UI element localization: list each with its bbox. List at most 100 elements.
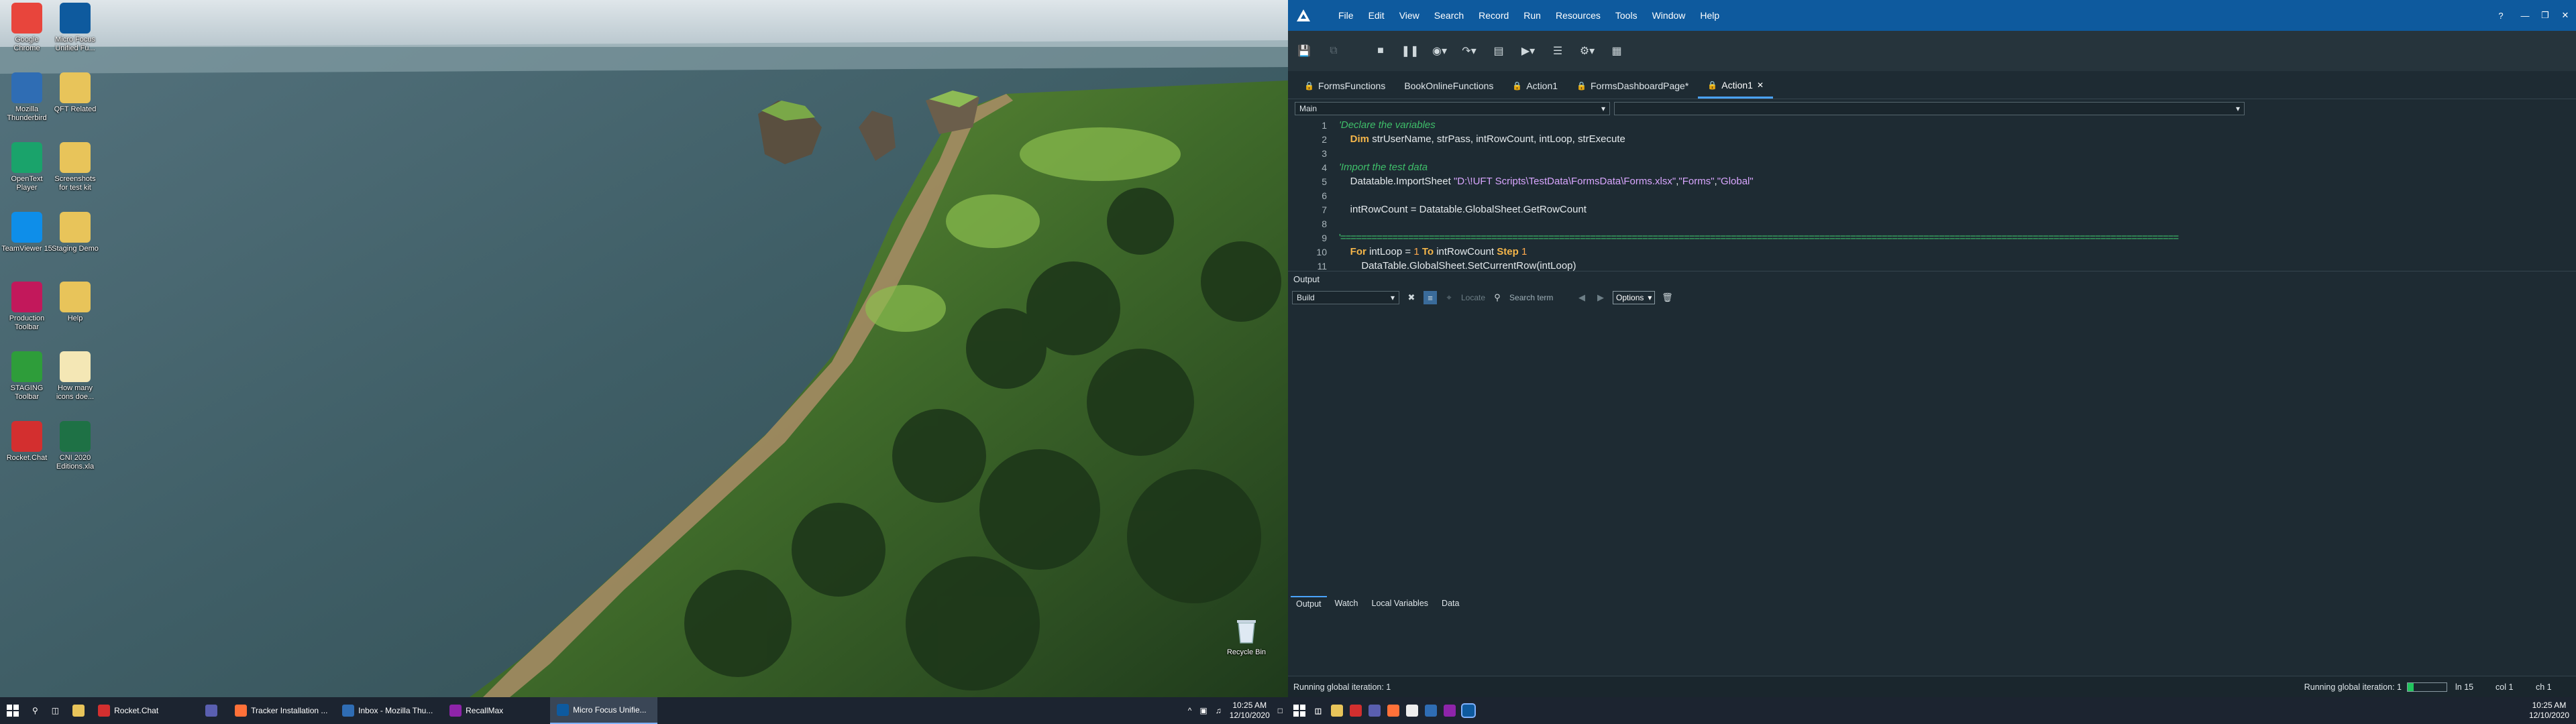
options-button[interactable]: Options ▾: [1613, 291, 1656, 304]
output-tab-local-variables[interactable]: Local Variables: [1366, 596, 1434, 611]
output-search-input[interactable]: Search term: [1509, 291, 1570, 304]
clear-icon[interactable]: ✖: [1405, 291, 1418, 304]
close-icon[interactable]: ✕: [1757, 80, 1764, 90]
rocketchat-icon[interactable]: [1350, 705, 1362, 717]
output-tab-watch[interactable]: Watch: [1330, 596, 1364, 611]
code-line[interactable]: 8: [1288, 217, 2563, 231]
file-explorer-button[interactable]: [66, 697, 91, 724]
taskbar-app[interactable]: Inbox - Mozilla Thu...: [335, 697, 443, 724]
desktop-icon[interactable]: Production Toolbar: [1, 282, 52, 332]
menu-edit[interactable]: Edit: [1361, 10, 1392, 21]
folder-icon[interactable]: [1331, 705, 1343, 717]
desktop-icon[interactable]: OpenText Player: [1, 142, 52, 192]
app-icon[interactable]: [1368, 705, 1381, 717]
code-line[interactable]: 4 'Import the test data: [1288, 160, 2563, 174]
output-source-value: Build: [1297, 293, 1315, 302]
document-tab[interactable]: 🔒 Action1 ✕: [1698, 73, 1774, 99]
next-match-icon[interactable]: ▶: [1594, 291, 1607, 304]
recycle-bin[interactable]: Recycle Bin: [1221, 615, 1272, 657]
recallmax-icon[interactable]: [1444, 705, 1456, 717]
menu-run[interactable]: Run: [1516, 10, 1548, 21]
scope-selector[interactable]: Main ▾: [1295, 102, 1610, 115]
document-tab[interactable]: 🔒 FormsDashboardPage*: [1567, 73, 1698, 99]
run-from-step-icon[interactable]: ▶▾: [1519, 42, 1538, 60]
trash-icon[interactable]: 🗑: [1660, 291, 1674, 304]
task-view-icon: ◫: [51, 706, 60, 715]
close-button[interactable]: ✕: [2553, 0, 2576, 31]
menu-help[interactable]: Help: [1693, 10, 1727, 21]
network-icon[interactable]: ▣: [1199, 706, 1207, 715]
desktop-icon[interactable]: CNI 2020 Editions.xla: [50, 421, 101, 471]
step-icon[interactable]: ↷▾: [1460, 42, 1479, 60]
menu-record[interactable]: Record: [1471, 10, 1516, 21]
code-line[interactable]: 6: [1288, 188, 2563, 202]
stop-icon[interactable]: ■: [1371, 42, 1390, 60]
document-icon[interactable]: [1406, 705, 1418, 717]
clock[interactable]: 10:25 AM 12/10/2020: [2529, 701, 2576, 721]
menu-file[interactable]: File: [1331, 10, 1361, 21]
code-line[interactable]: 7 intRowCount = Datatable.GlobalSheet.Ge…: [1288, 202, 2563, 217]
previous-match-icon[interactable]: ◀: [1575, 291, 1589, 304]
member-selector[interactable]: ▾: [1614, 102, 2245, 115]
code-line[interactable]: 9 '======================================…: [1288, 231, 2563, 245]
pause-icon[interactable]: ❚❚: [1401, 42, 1419, 60]
desktop-icon[interactable]: Mozilla Thunderbird: [1, 72, 52, 123]
desktop-icon-label: Staging Demo: [52, 245, 99, 253]
menu-view[interactable]: View: [1392, 10, 1427, 21]
firefox-icon[interactable]: [1387, 705, 1399, 717]
desktop-icon[interactable]: Staging Demo: [50, 212, 101, 253]
output-tab-output[interactable]: Output: [1291, 596, 1327, 611]
save-all-icon[interactable]: ⧉: [1324, 42, 1343, 60]
gear-icon[interactable]: ⚙▾: [1578, 42, 1597, 60]
desktop-icon[interactable]: Rocket.Chat: [1, 421, 52, 463]
menu-search[interactable]: Search: [1427, 10, 1471, 21]
menu-resources[interactable]: Resources: [1548, 10, 1608, 21]
thunderbird-icon[interactable]: [1425, 705, 1437, 717]
code-line[interactable]: 5 Datatable.ImportSheet "D:\!UFT Scripts…: [1288, 174, 2563, 188]
list-icon[interactable]: ☰: [1548, 42, 1567, 60]
desktop-icon[interactable]: How many icons doe...: [50, 351, 101, 402]
desktop-icon[interactable]: Screenshots for test kit: [50, 142, 101, 192]
locate-icon[interactable]: ⌖: [1442, 291, 1456, 304]
document-tab[interactable]: 🔒 FormsFunctions: [1295, 73, 1395, 99]
taskbar-app[interactable]: Rocket.Chat: [91, 697, 199, 724]
desktop-icon[interactable]: Micro Focus Unified Fu...: [50, 3, 101, 53]
code-line[interactable]: 3: [1288, 146, 2563, 160]
clock[interactable]: 10:25 AM 12/10/2020: [1230, 701, 1270, 721]
volume-icon[interactable]: ♫: [1216, 706, 1222, 715]
desktop-icon[interactable]: Help: [50, 282, 101, 323]
code-editor[interactable]: 1 'Declare the variables 2 Dim strUserName…: [1288, 118, 2576, 511]
taskbar-app[interactable]: [199, 697, 228, 724]
output-tab-data[interactable]: Data: [1436, 596, 1464, 611]
record-options-icon[interactable]: ◉▾: [1430, 42, 1449, 60]
object-repository-icon[interactable]: ▦: [1607, 42, 1626, 60]
menu-window[interactable]: Window: [1645, 10, 1693, 21]
help-icon[interactable]: ?: [2489, 0, 2513, 31]
start-button[interactable]: [0, 697, 25, 724]
code-line[interactable]: 1 'Declare the variables: [1288, 118, 2563, 132]
code-line[interactable]: 2 Dim strUserName, strPass, intRowCount,…: [1288, 132, 2563, 146]
menu-tools[interactable]: Tools: [1608, 10, 1645, 21]
desktop-icon[interactable]: Google Chrome: [1, 3, 52, 53]
locate-label[interactable]: Locate: [1461, 293, 1485, 302]
uft-icon[interactable]: [1461, 703, 1476, 718]
notification-icon[interactable]: □: [1278, 706, 1283, 715]
windows-icon[interactable]: [1293, 705, 1305, 717]
output-source-select[interactable]: Build ▾: [1292, 291, 1399, 304]
calendar-icon[interactable]: ▤: [1489, 42, 1508, 60]
taskbar-app[interactable]: Micro Focus Unifie...: [550, 697, 658, 724]
desktop-icon[interactable]: TeamViewer 15: [1, 212, 52, 253]
word-wrap-icon[interactable]: ≡: [1424, 291, 1437, 304]
code-line[interactable]: 10 For intLoop = 1 To intRowCount Step 1: [1288, 245, 2563, 259]
desktop-icon[interactable]: STAGING Toolbar: [1, 351, 52, 402]
chevron-up-icon[interactable]: ^: [1188, 706, 1192, 715]
task-view-button[interactable]: ◫: [45, 697, 66, 724]
save-icon[interactable]: 💾: [1295, 42, 1313, 60]
search-button[interactable]: ⚲: [25, 697, 45, 724]
desktop-icon[interactable]: QFT Related: [50, 72, 101, 114]
document-tab[interactable]: BookOnlineFunctions: [1395, 73, 1503, 99]
document-tab[interactable]: 🔒 Action1: [1503, 73, 1567, 99]
taskbar-app[interactable]: Tracker Installation ...: [228, 697, 335, 724]
taskbar-app[interactable]: RecallMax: [443, 697, 550, 724]
task-view-icon[interactable]: ◫: [1312, 705, 1324, 717]
